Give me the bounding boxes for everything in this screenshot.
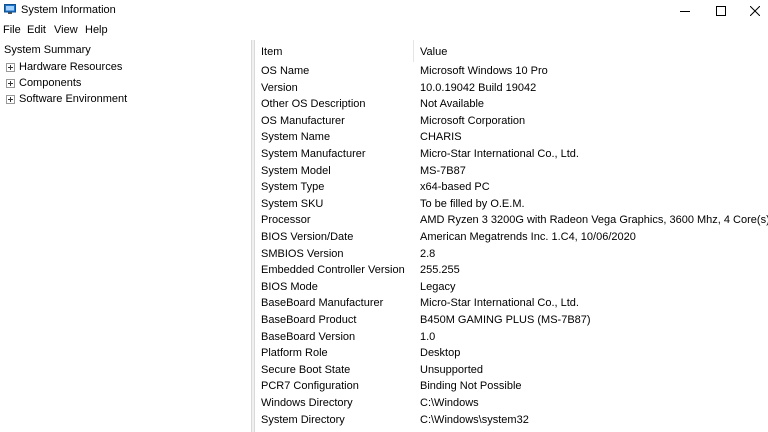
tree-item-software-environment[interactable]: Software Environment [6, 92, 127, 106]
row-item-value: Microsoft Corporation [420, 114, 526, 127]
row-item-name: Embedded Controller Version [261, 264, 405, 277]
expand-icon[interactable] [6, 78, 15, 88]
expand-icon[interactable] [6, 94, 15, 104]
row-item-name: Version [261, 81, 298, 94]
row-item-name: BaseBoard Version [261, 330, 356, 343]
row-item-name: Other OS Description [261, 98, 366, 111]
row-item-value: CHARIS [420, 131, 462, 144]
table-row[interactable]: System Model MS-7B87 [255, 163, 768, 180]
menu-bar: File Edit View Help [0, 21, 768, 40]
row-item-name: System Manufacturer [261, 148, 366, 160]
row-item-name: System Directory [261, 413, 345, 426]
maximize-button[interactable] [702, 0, 740, 21]
row-item-value: 2.8 [420, 247, 436, 260]
row-item-name: BIOS Version/Date [261, 231, 354, 243]
menu-help[interactable]: Help [85, 24, 108, 36]
window-title: System Information [21, 4, 116, 16]
table-row[interactable]: System SKU To be filled by O.E.M. [255, 196, 768, 213]
row-item-value: MS-7B87 [420, 164, 466, 177]
row-item-value: Unsupported [420, 363, 483, 376]
row-item-value: B450M GAMING PLUS (MS-7B87) [420, 314, 591, 326]
row-item-value: American Megatrends Inc. 1.C4, 10/06/202… [420, 231, 636, 243]
row-item-name: SMBIOS Version [261, 247, 344, 260]
maximize-icon [716, 5, 726, 16]
row-item-value: x64-based PC [420, 181, 490, 194]
row-item-value: Legacy [420, 280, 456, 293]
row-item-name: Platform Role [261, 347, 328, 360]
table-row[interactable]: Platform Role Desktop [255, 345, 768, 362]
tree-item-system-summary[interactable]: System Summary [4, 44, 91, 56]
row-item-value: Micro-Star International Co., Ltd. [420, 148, 579, 160]
table-row[interactable]: Secure Boot State Unsupported [255, 362, 768, 379]
column-header-value[interactable]: Value [420, 46, 447, 58]
row-item-name: BaseBoard Manufacturer [261, 297, 384, 310]
row-item-name: BIOS Mode [261, 280, 318, 293]
tree-item-label: Software Environment [19, 93, 128, 105]
row-item-name: Processor [261, 214, 311, 227]
row-item-name: BaseBoard Product [261, 314, 357, 326]
row-item-name: System Type [261, 181, 325, 194]
row-item-value: 10.0.19042 Build 19042 [420, 81, 537, 94]
tree-item-label: Components [19, 77, 82, 89]
row-item-value: Microsoft Windows 10 Pro [420, 65, 548, 77]
tree-item-hardware-resources[interactable]: Hardware Resources [6, 60, 122, 74]
table-row[interactable]: Processor AMD Ryzen 3 3200G with Radeon V… [255, 212, 768, 229]
table-row[interactable]: Windows Directory C:\Windows [255, 395, 768, 412]
column-header: Item Value [255, 40, 768, 62]
table-row[interactable]: BaseBoard Version 1.0 [255, 329, 768, 346]
row-item-name: PCR7 Configuration [261, 380, 359, 393]
row-item-value: 1.0 [420, 330, 436, 343]
table-row[interactable]: Version 10.0.19042 Build 19042 [255, 80, 768, 97]
table-row[interactable]: System Manufacturer Micro-Star Internatio… [255, 146, 768, 163]
category-tree: System Summary Hardware Resources Compon… [0, 40, 251, 432]
close-icon [750, 5, 760, 16]
tree-item-components[interactable]: Components [6, 76, 81, 90]
column-divider[interactable] [413, 40, 414, 62]
table-row[interactable]: OS Manufacturer Microsoft Corporation [255, 113, 768, 130]
table-row[interactable]: System Type x64-based PC [255, 179, 768, 196]
row-item-value: Micro-Star International Co., Ltd. [420, 297, 579, 310]
system-information-icon [4, 4, 16, 14]
row-item-value: Binding Not Possible [420, 380, 522, 393]
menu-view[interactable]: View [54, 24, 78, 36]
menu-file[interactable]: File [3, 24, 21, 36]
table-row[interactable]: BaseBoard Product B450M GAMING PLUS (MS-7… [255, 312, 768, 329]
row-item-value: To be filled by O.E.M. [420, 197, 525, 210]
table-row[interactable]: System Name CHARIS [255, 129, 768, 146]
row-item-value: 255.255 [420, 264, 460, 277]
column-header-item[interactable]: Item [261, 46, 282, 58]
table-row[interactable]: System Directory C:\Windows\system32 [255, 412, 768, 429]
row-item-name: System Model [261, 164, 331, 177]
table-row[interactable]: BaseBoard Manufacturer Micro-Star Interna… [255, 295, 768, 312]
row-item-value: Not Available [420, 98, 485, 111]
details-list: Item Value OS Name Microsoft Windows 10 P… [255, 40, 768, 432]
tree-item-label: Hardware Resources [19, 61, 123, 73]
row-item-value: Desktop [420, 347, 461, 360]
row-item-name: OS Manufacturer [261, 114, 345, 127]
menu-edit[interactable]: Edit [27, 24, 46, 36]
row-item-name: Windows Directory [261, 397, 353, 409]
table-row[interactable]: Other OS Description Not Available [255, 96, 768, 113]
close-button[interactable] [736, 0, 768, 21]
row-item-name: OS Name [261, 65, 310, 77]
row-item-value: C:\Windows\system32 [420, 413, 529, 426]
minimize-icon [680, 10, 690, 12]
table-row[interactable]: BIOS Mode Legacy [255, 279, 768, 296]
table-row[interactable]: SMBIOS Version 2.8 [255, 246, 768, 263]
row-item-name: System SKU [261, 197, 324, 210]
row-item-value: AMD Ryzen 3 3200G with Radeon Vega Graph… [420, 214, 768, 227]
table-row[interactable]: OS Name Microsoft Windows 10 Pro [255, 63, 768, 80]
expand-icon[interactable] [6, 62, 15, 72]
minimize-button[interactable] [666, 0, 704, 21]
title-bar: System Information [0, 0, 768, 21]
table-row[interactable]: Embedded Controller Version 255.255 [255, 262, 768, 279]
row-item-value: C:\Windows [420, 397, 479, 409]
row-item-name: System Name [261, 131, 331, 144]
row-item-name: Secure Boot State [261, 363, 351, 376]
table-row[interactable]: BIOS Version/Date American Megatrends Inc… [255, 229, 768, 246]
table-row[interactable]: PCR7 Configuration Binding Not Possible [255, 378, 768, 395]
